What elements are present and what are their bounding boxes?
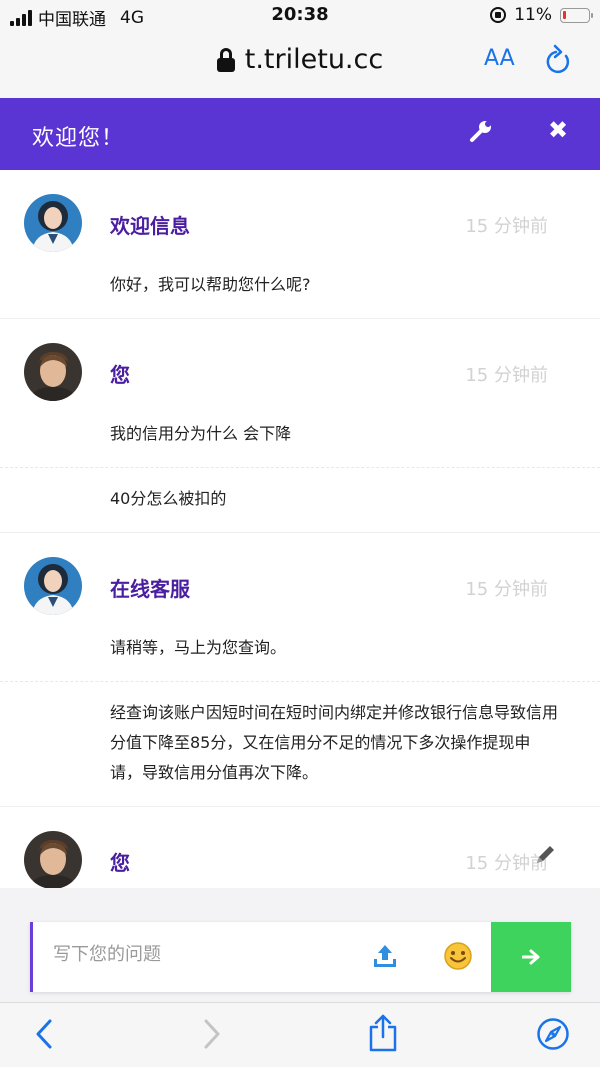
carrier-group: 中国联通 4G (10, 5, 144, 30)
share-button[interactable] (366, 1013, 400, 1057)
sender-name: 欢迎信息 (110, 214, 190, 238)
bookmarks-button[interactable] (536, 1017, 570, 1055)
wrench-icon (470, 121, 491, 142)
chat-title: 欢迎您！ (32, 126, 125, 151)
emoji-button[interactable] (443, 941, 473, 971)
signal-icon (10, 9, 32, 26)
message-group: 在线客服 15 分钟前请稍等，马上为您查询。经查询该账户因短时间在短时间内绑定并修… (0, 533, 600, 807)
message-group: 您 15 分钟前 (0, 807, 600, 888)
message-text: 我的信用分为什么 会下降 (110, 424, 292, 443)
avatar (24, 194, 82, 252)
question-input[interactable] (53, 944, 353, 965)
sender-name: 在线客服 (110, 577, 190, 601)
browser-toolbar (0, 1002, 600, 1067)
avatar (24, 343, 82, 401)
chevron-left-icon (36, 1019, 52, 1049)
network-type: 4G (120, 7, 144, 28)
message-time: 15 分钟前 (465, 579, 548, 600)
message-header: 欢迎信息 15 分钟前 (0, 170, 600, 260)
avatar (24, 557, 82, 615)
upload-button[interactable] (371, 942, 399, 970)
close-icon: ✖ (548, 116, 569, 144)
sender-name: 您 (110, 363, 130, 387)
edit-button[interactable] (532, 842, 558, 868)
arrow-right-icon (522, 949, 540, 965)
battery-icon (560, 7, 593, 23)
upload-icon (374, 945, 396, 967)
carrier-name: 中国联通 (38, 10, 106, 30)
send-button[interactable] (491, 922, 571, 992)
back-button[interactable] (32, 1017, 56, 1055)
sender-name: 您 (110, 851, 130, 875)
url-text[interactable]: t.triletu.cc (245, 44, 383, 75)
reload-icon (546, 44, 570, 73)
message-header: 您 15 分钟前 (0, 319, 600, 409)
text-size-label: AA (484, 46, 515, 71)
battery-percent: 11% (514, 5, 552, 25)
message-group: 您 15 分钟前我的信用分为什么 会下降 40分怎么被扣的 (0, 319, 600, 533)
message-header: 在线客服 15 分钟前 (0, 533, 600, 623)
message-text: 请稍等，马上为您查询。 (110, 638, 287, 657)
lock-icon (216, 47, 235, 72)
status-right-group: 11% (490, 5, 593, 25)
message-time: 15 分钟前 (465, 216, 548, 237)
battery-fill (563, 10, 566, 19)
text-size-button[interactable]: AA (484, 46, 515, 71)
pencil-icon (537, 846, 554, 863)
smiley-icon (444, 942, 472, 970)
message-list: 欢迎信息 15 分钟前 你好，我可以帮助您什么呢? 您 15 分钟前 我的信用分为什么 会… (0, 170, 600, 888)
browser-url-bar: t.triletu.cc AA (0, 32, 600, 98)
message-header: 您 15 分钟前 (0, 807, 600, 888)
forward-button[interactable] (200, 1017, 224, 1055)
settings-button[interactable] (468, 118, 494, 144)
orientation-lock-icon (490, 7, 507, 23)
message-text: 40分怎么被扣的 (0, 467, 600, 532)
message-time: 15 分钟前 (465, 365, 548, 386)
message-group: 欢迎信息 15 分钟前你好，我可以帮助您什么呢? (0, 170, 600, 319)
close-button[interactable]: ✖ (548, 116, 568, 144)
status-bar: 中国联通 4G 20:38 11% (0, 0, 600, 32)
message-text: 经查询该账户因短时间在短时间内绑定并修改银行信息导致信用分值下降至85分，又在信… (0, 681, 600, 806)
compass-icon (537, 1018, 569, 1050)
avatar (24, 831, 82, 888)
composer (30, 922, 571, 992)
share-icon (369, 1014, 397, 1052)
message-text: 你好，我可以帮助您什么呢? (110, 275, 311, 294)
chevron-right-icon (204, 1019, 220, 1049)
reload-button[interactable] (544, 44, 572, 76)
chat-header: 欢迎您！ ✖ (0, 98, 600, 170)
